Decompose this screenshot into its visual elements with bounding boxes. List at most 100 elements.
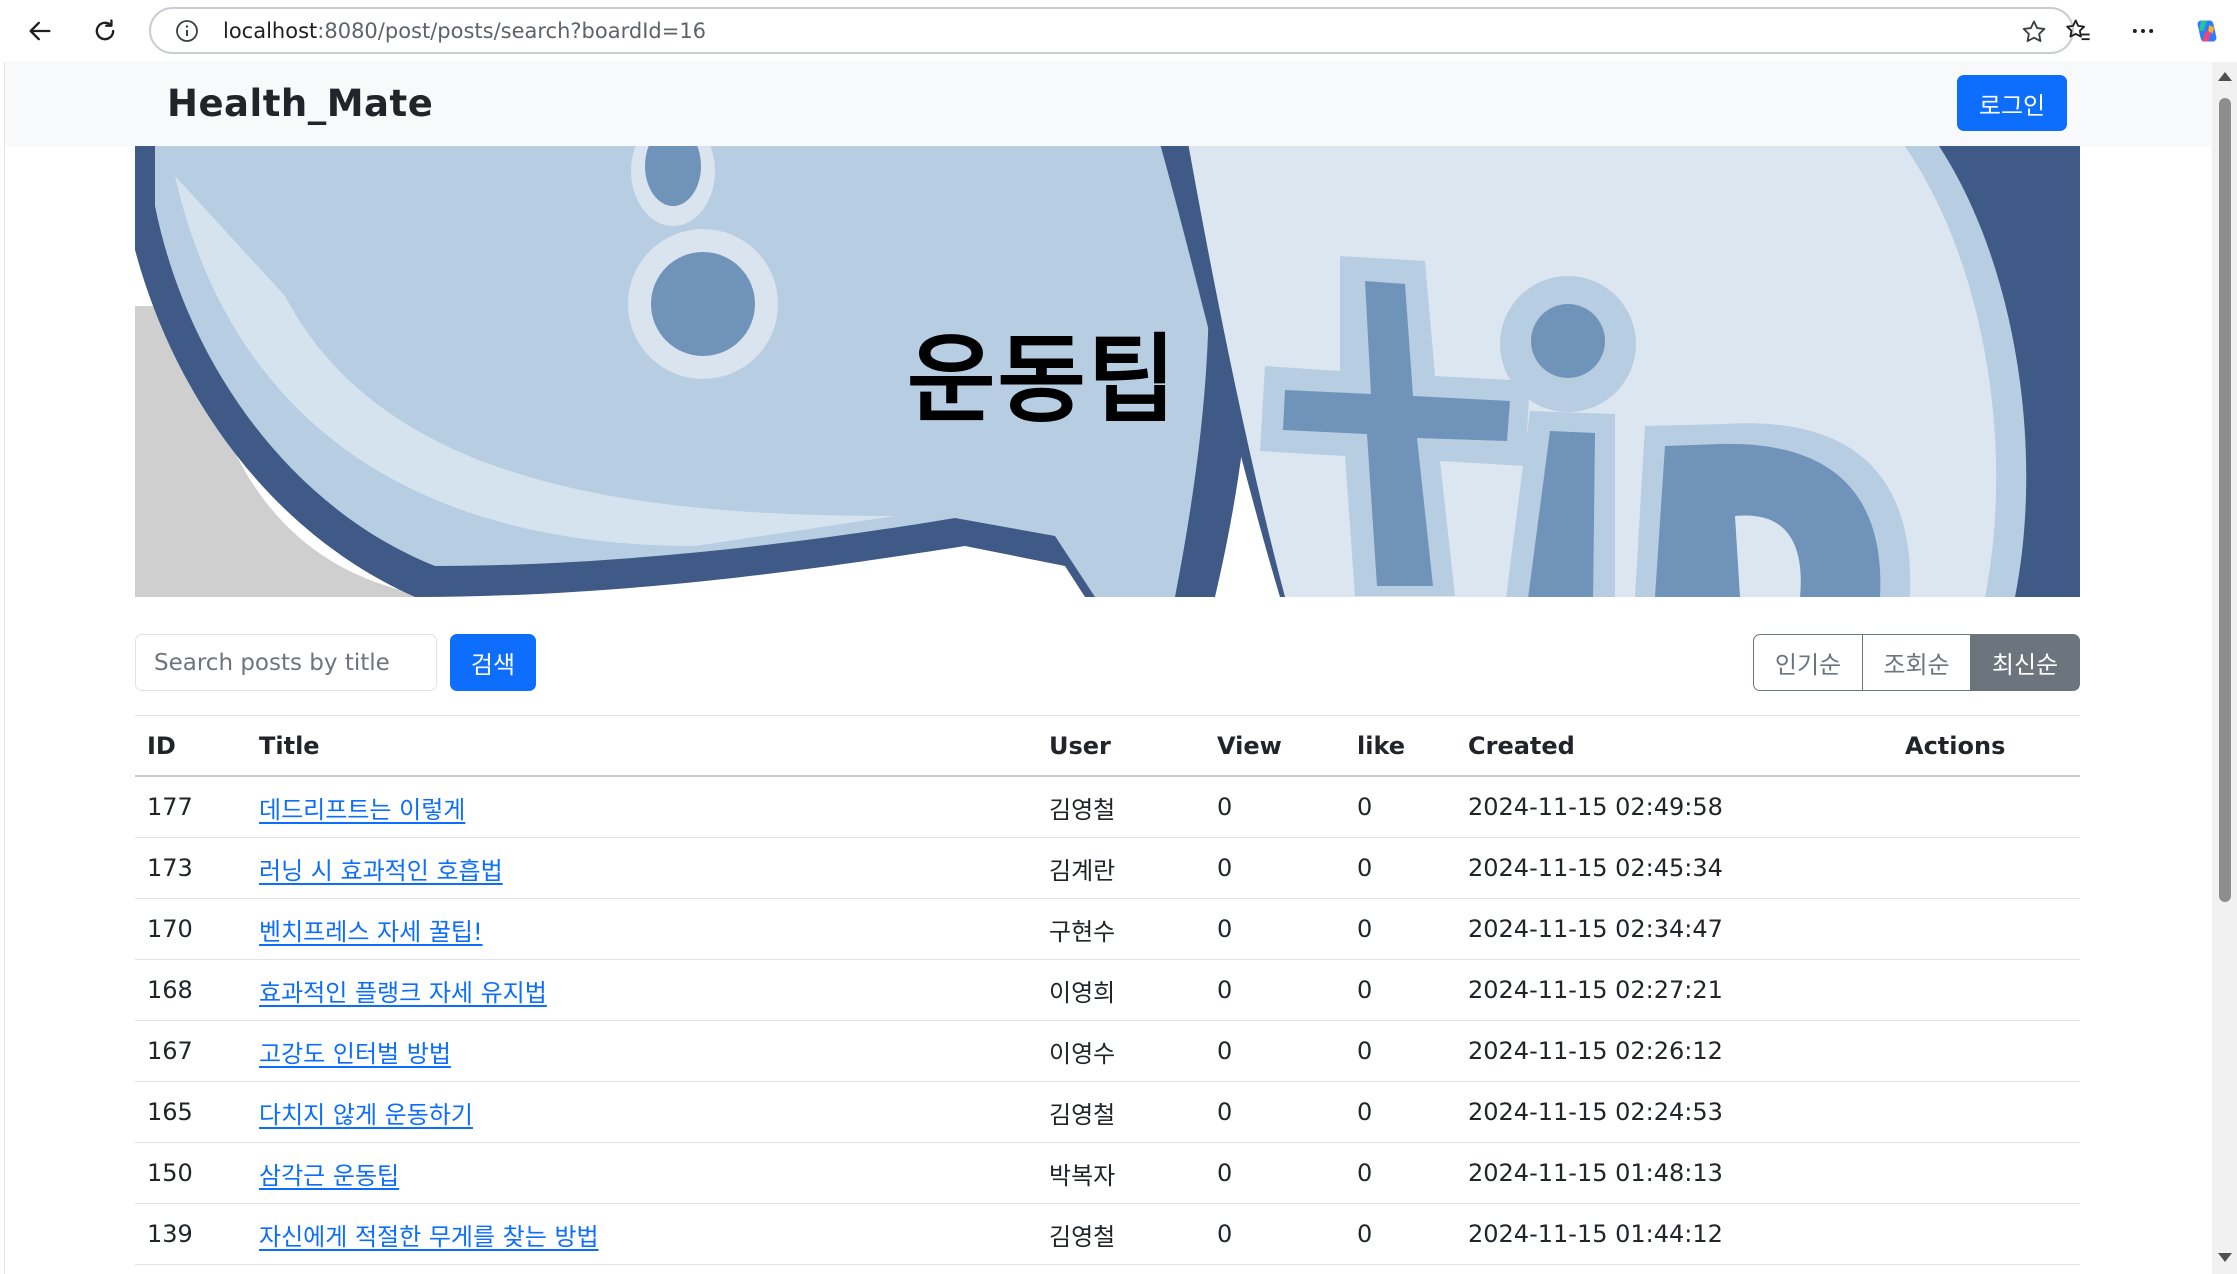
- cell-view: 0: [1217, 1037, 1233, 1065]
- cell-title: 효과적인 플랭크 자세 유지법: [259, 960, 547, 1020]
- cell-user: 이영희: [1049, 978, 1116, 1007]
- favorites-button[interactable]: [2057, 10, 2099, 52]
- cell-id: 168: [147, 976, 193, 1004]
- post-title-link[interactable]: 데드리프트는 이렇게: [259, 790, 465, 825]
- cell-like: 0: [1357, 1159, 1373, 1187]
- search-input[interactable]: [135, 634, 437, 691]
- post-title-link[interactable]: 벤치프레스 자세 꿀팁!: [259, 912, 483, 947]
- post-title-link[interactable]: 고강도 인터벌 방법: [259, 1034, 451, 1069]
- cell-title: 자신에게 적절한 무게를 찾는 방법: [259, 1204, 599, 1264]
- more-icon: [2132, 29, 2154, 33]
- cell-created: 2024-11-15 02:27:21: [1468, 976, 1723, 1004]
- sort-button-group: 인기순 조회순 최신순: [1753, 634, 2080, 691]
- search-button[interactable]: 검색: [450, 634, 536, 691]
- cell-created: 2024-11-15 02:26:12: [1468, 1037, 1723, 1065]
- cell-id: 173: [147, 854, 193, 882]
- cell-like: 0: [1357, 793, 1373, 821]
- more-button[interactable]: [2122, 10, 2164, 52]
- header-like: like: [1357, 731, 1406, 760]
- cell-title: 삼각근 운동팁: [259, 1143, 399, 1203]
- cell-like: 0: [1357, 915, 1373, 943]
- header-title: Title: [259, 731, 320, 760]
- cell-view: 0: [1217, 1220, 1233, 1248]
- info-icon[interactable]: [175, 19, 199, 43]
- table-row: 168 효과적인 플랭크 자세 유지법 이영희 0 0 2024-11-15 0…: [135, 960, 2080, 1021]
- post-title-link[interactable]: 러닝 시 효과적인 호흡법: [259, 851, 503, 886]
- header-id: ID: [147, 731, 176, 760]
- arrow-left-icon: [29, 21, 51, 41]
- cell-like: 0: [1357, 1037, 1373, 1065]
- copilot-icon: [2197, 20, 2217, 42]
- board-title: 운동팁: [907, 324, 1178, 436]
- table-header: ID Title User View like Created Actions: [135, 715, 2080, 777]
- post-title-link[interactable]: 삼각근 운동팁: [259, 1156, 399, 1191]
- cell-created: 2024-11-15 01:44:12: [1468, 1220, 1723, 1248]
- browser-toolbar: localhost:8080/post/posts/search?boardId…: [0, 0, 2237, 62]
- cell-created: 2024-11-15 02:49:58: [1468, 793, 1723, 821]
- cell-user: 이영수: [1049, 1039, 1116, 1068]
- cell-like: 0: [1357, 1098, 1373, 1126]
- posts-table: ID Title User View like Created Actions …: [135, 715, 2080, 1265]
- cell-like: 0: [1357, 976, 1373, 1004]
- cell-title: 러닝 시 효과적인 호흡법: [259, 838, 503, 898]
- cell-id: 150: [147, 1159, 193, 1187]
- sort-latest-button[interactable]: 최신순: [1971, 634, 2080, 691]
- back-button[interactable]: [19, 10, 61, 52]
- cell-title: 다치지 않게 운동하기: [259, 1082, 473, 1142]
- favorites-icon: [2066, 19, 2090, 41]
- vertical-scrollbar[interactable]: [2212, 62, 2237, 1274]
- cell-title: 고강도 인터벌 방법: [259, 1021, 451, 1081]
- board-banner: 운동팁: [135, 146, 2080, 597]
- cell-id: 165: [147, 1098, 193, 1126]
- cell-title: 데드리프트는 이렇게: [259, 777, 465, 837]
- cell-user: 박복자: [1049, 1161, 1116, 1190]
- post-title-link[interactable]: 다치지 않게 운동하기: [259, 1095, 473, 1130]
- post-title-link[interactable]: 자신에게 적절한 무게를 찾는 방법: [259, 1217, 599, 1252]
- cell-created: 2024-11-15 01:48:13: [1468, 1159, 1723, 1187]
- table-row: 167 고강도 인터벌 방법 이영수 0 0 2024-11-15 02:26:…: [135, 1021, 2080, 1082]
- url-host: localhost: [223, 19, 318, 43]
- scroll-up-arrow-icon[interactable]: [2218, 72, 2232, 81]
- refresh-button[interactable]: [84, 10, 126, 52]
- url-text[interactable]: localhost:8080/post/posts/search?boardId…: [223, 19, 706, 43]
- cell-id: 177: [147, 793, 193, 821]
- cell-created: 2024-11-15 02:45:34: [1468, 854, 1723, 882]
- cell-title: 벤치프레스 자세 꿀팁!: [259, 899, 483, 959]
- cell-created: 2024-11-15 02:24:53: [1468, 1098, 1723, 1126]
- navbar: Health_Mate 로그인: [5, 62, 2211, 146]
- header-view: View: [1217, 731, 1282, 760]
- cell-id: 139: [147, 1220, 193, 1248]
- scrollbar-thumb[interactable]: [2219, 98, 2231, 902]
- address-bar[interactable]: localhost:8080/post/posts/search?boardId…: [149, 7, 2074, 54]
- cell-view: 0: [1217, 1159, 1233, 1187]
- table-row: 150 삼각근 운동팁 박복자 0 0 2024-11-15 01:48:13: [135, 1143, 2080, 1204]
- cell-view: 0: [1217, 854, 1233, 882]
- table-row: 165 다치지 않게 운동하기 김영철 0 0 2024-11-15 02:24…: [135, 1082, 2080, 1143]
- copilot-button[interactable]: [2186, 10, 2228, 52]
- table-row: 173 러닝 시 효과적인 호흡법 김계란 0 0 2024-11-15 02:…: [135, 838, 2080, 899]
- refresh-icon: [95, 19, 115, 41]
- cell-like: 0: [1357, 854, 1373, 882]
- cell-id: 170: [147, 915, 193, 943]
- cell-user: 김영철: [1049, 1222, 1116, 1251]
- table-row: 139 자신에게 적절한 무게를 찾는 방법 김영철 0 0 2024-11-1…: [135, 1204, 2080, 1265]
- sort-views-button[interactable]: 조회순: [1863, 634, 1971, 691]
- cell-created: 2024-11-15 02:34:47: [1468, 915, 1723, 943]
- cell-view: 0: [1217, 1098, 1233, 1126]
- scroll-down-arrow-icon[interactable]: [2218, 1253, 2232, 1262]
- brand-logo[interactable]: Health_Mate: [167, 82, 433, 125]
- cell-id: 167: [147, 1037, 193, 1065]
- sort-popular-button[interactable]: 인기순: [1753, 634, 1863, 691]
- cell-view: 0: [1217, 915, 1233, 943]
- header-actions: Actions: [1905, 731, 2006, 760]
- cell-user: 김영철: [1049, 1100, 1116, 1129]
- login-button[interactable]: 로그인: [1957, 75, 2067, 131]
- star-icon[interactable]: [2020, 18, 2048, 46]
- cell-user: 구현수: [1049, 917, 1116, 946]
- header-created: Created: [1468, 731, 1575, 760]
- cell-like: 0: [1357, 1220, 1373, 1248]
- table-row: 170 벤치프레스 자세 꿀팁! 구현수 0 0 2024-11-15 02:3…: [135, 899, 2080, 960]
- cell-view: 0: [1217, 793, 1233, 821]
- post-title-link[interactable]: 효과적인 플랭크 자세 유지법: [259, 973, 547, 1008]
- table-row: 177 데드리프트는 이렇게 김영철 0 0 2024-11-15 02:49:…: [135, 777, 2080, 838]
